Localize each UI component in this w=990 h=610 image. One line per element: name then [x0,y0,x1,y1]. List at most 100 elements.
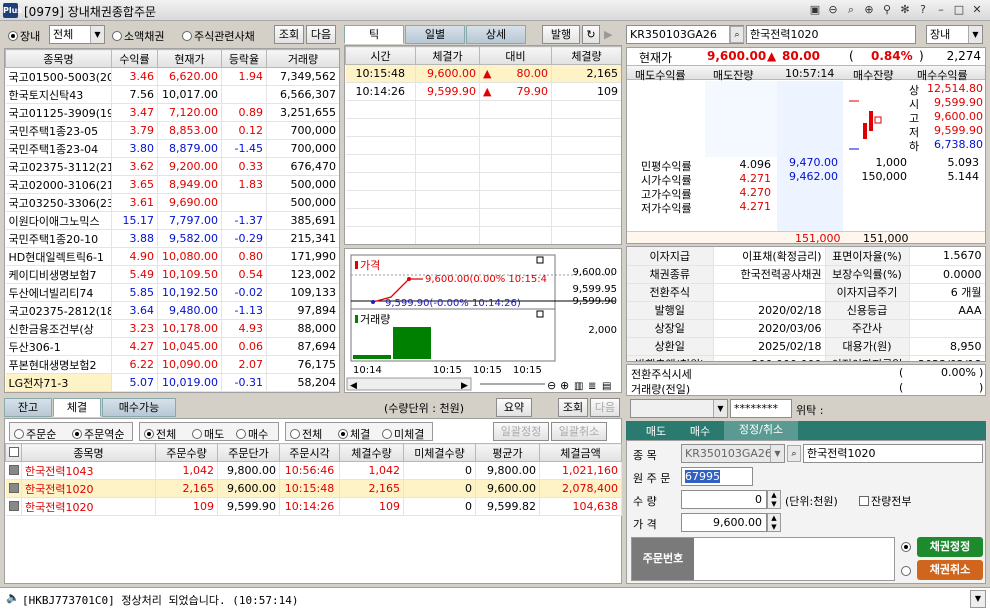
bulk-modify-button[interactable]: 일괄정정 [493,422,549,441]
zoom-in-icon[interactable]: ⊕ [560,379,569,392]
help-icon[interactable]: ? [916,2,930,17]
chart-list-icon[interactable]: ≣ [588,381,596,392]
order-row[interactable]: 한국전력1020 109 9,599.90 10:14:26 109 0 9,599.82 1… [5,497,622,516]
minimize-icon[interactable]: – [934,2,948,17]
tab-daily[interactable]: 일별 [405,25,465,44]
chevron-down-icon[interactable]: ▼ [770,445,784,462]
bond-row[interactable]: 이원다이애그노믹스 15.17 7,797.00 -1.37 385,691 [5,211,339,230]
cancel-bond-button[interactable]: 채권취소 [917,560,983,580]
select-all-checkbox[interactable] [5,443,22,462]
radio-buy-dot[interactable] [236,429,246,439]
zoom-out-icon[interactable]: ⊖ [826,2,840,17]
scroll-left-icon[interactable]: ◀ [350,381,357,391]
radio-sell-dot[interactable] [192,429,202,439]
market-type-select[interactable]: 장내 ▼ [926,25,983,44]
zoom-in-icon[interactable]: ⊕ [862,2,876,17]
radio-jangnae[interactable]: 장내 [8,28,40,44]
search-icon[interactable]: ⌕ [787,445,801,462]
page-number-icon[interactable]: ▣ [808,2,822,17]
search-icon[interactable]: ⌕ [730,26,744,43]
radio-modify[interactable] [901,541,913,554]
radio-unfilled-dot[interactable] [382,429,392,439]
chevron-down-icon[interactable]: ▼ [713,400,727,417]
radio-cancel-dot[interactable] [901,566,911,576]
tab-buyable[interactable]: 매수가능 [102,398,176,417]
radio-modify-dot[interactable] [901,542,911,552]
bond-row[interactable]: 푸본현대생명보험2 6.22 10,090.00 2.07 76,175 [5,355,339,374]
summary-button[interactable]: 요약 [496,398,532,417]
next-button[interactable]: 다음 [590,398,620,417]
radio-order-desc[interactable]: 주문역순 [72,426,124,442]
bond-row[interactable]: 국고02375-3112(21 3.62 9,200.00 0.33 676,470 [5,157,339,176]
radio-filled[interactable]: 체결 [338,426,370,442]
account-select[interactable]: ▼ [630,399,728,418]
bond-row[interactable]: 국고03250-3306(23 3.61 9,690.00 500,000 [5,193,339,212]
radio-order-asc[interactable]: 주문순 [14,426,56,442]
maximize-icon[interactable]: □ [952,2,966,17]
radio-jangnae-dot[interactable] [8,31,18,41]
bond-row[interactable]: 국고01500-5003(20 3.46 6,620.00 1.94 7,349,562 [5,67,339,86]
tab-buy[interactable]: 매수 [680,423,720,439]
query-button[interactable]: 조회 [274,25,304,44]
search-icon[interactable]: ⌕ [844,2,858,17]
tab-modify-cancel[interactable]: 정정/취소 [724,421,798,440]
col-volume[interactable]: 거래량 [266,49,339,68]
bond-row[interactable]: 두산306-1 4.27 10,045.00 0.06 87,694 [5,337,339,356]
radio-filled-dot[interactable] [338,429,348,439]
tab-sell[interactable]: 매도 [636,423,676,439]
tab-detail[interactable]: 상세 [466,25,526,44]
password-input[interactable]: ******** [730,399,792,418]
bond-row[interactable]: HD현대일렉트릭6-1 4.90 10,080.00 0.80 171,990 [5,247,339,266]
row-checkbox-box[interactable] [8,501,19,511]
chevron-down-icon[interactable]: ▼ [968,26,982,43]
price-input[interactable]: 9,600.00 [681,513,767,532]
chart-settings-icon[interactable]: ▤ [602,381,611,392]
radio-unfilled[interactable]: 미체결 [382,426,424,442]
modify-bond-button[interactable]: 채권정정 [917,537,983,557]
bond-code-input[interactable]: KR350103GA26▼ [626,25,744,44]
col-yield[interactable]: 수익률 [111,49,158,68]
refresh-icon[interactable]: ↻ [582,25,600,44]
radio-buy[interactable]: 매수 [236,426,268,442]
bond-row[interactable]: 국민주택1종23-04 3.80 8,879.00 -1.45 700,000 [5,139,339,158]
bond-row[interactable]: 한국토지신탁43 7.56 10,017.00 6,566,307 [5,85,339,104]
price-stepper[interactable]: ▲ ▼ [767,513,781,532]
row-checkbox[interactable] [5,461,22,480]
col-change[interactable]: 등락율 [221,49,267,68]
radio-small-dot[interactable] [112,31,122,41]
chart-scrollbar[interactable] [346,377,472,391]
row-checkbox-box[interactable] [8,483,19,493]
zoom-out-icon[interactable]: ⊖ [547,379,556,392]
close-icon[interactable]: ✕ [970,2,984,17]
play-icon[interactable]: ▶ [604,28,612,41]
radio-cancel[interactable] [901,565,913,578]
tab-executions[interactable]: 체결 [53,398,101,417]
col-name[interactable]: 종목명 [5,49,112,68]
chart-type-icon[interactable]: ▥ [574,381,583,392]
all-remaining-checkbox[interactable]: 잔량전부 [859,493,911,509]
bond-row[interactable]: LG전자71-3 5.07 10,019.00 -0.31 58,204 [5,373,339,392]
radio-order-desc-dot[interactable] [72,429,82,439]
issue-button[interactable]: 발행 [542,25,580,44]
col-price[interactable]: 현재가 [157,49,222,68]
query-button[interactable]: 조회 [558,398,588,417]
bond-row[interactable]: 국고02375-2812(18 3.64 9,480.00 -1.13 97,894 [5,301,339,320]
tab-balance[interactable]: 잔고 [4,398,52,417]
row-checkbox-box[interactable] [8,465,19,475]
bulk-cancel-button[interactable]: 일괄취소 [551,422,607,441]
radio-all-status[interactable]: 전체 [290,426,322,442]
order-row[interactable]: 한국전력1043 1,042 9,800.00 10:56:46 1,042 0 9,800… [5,461,622,480]
radio-stock-bond[interactable]: 주식관련사채 [182,28,255,44]
order-row[interactable]: 한국전력1020 2,165 9,600.00 10:15:48 2,165 0 9,600… [5,479,622,498]
radio-all-side-dot[interactable] [144,429,154,439]
row-checkbox[interactable] [5,497,22,516]
qty-stepper[interactable]: ▲ ▼ [767,490,781,509]
radio-sell[interactable]: 매도 [192,426,224,442]
chevron-down-icon[interactable]: ▼ [970,590,986,608]
bond-row[interactable]: 신한금융조건부(상 3.23 10,178.00 4.93 88,000 [5,319,339,338]
market-select[interactable]: 전체 ▼ [49,25,105,44]
bond-row[interactable]: 케이디비생명보험7 5.49 10,109.50 0.54 123,002 [5,265,339,284]
qty-input[interactable]: 0 [681,490,767,509]
chevron-down-icon[interactable]: ▼ [90,26,104,43]
settings-icon[interactable]: ✻ [898,2,912,17]
